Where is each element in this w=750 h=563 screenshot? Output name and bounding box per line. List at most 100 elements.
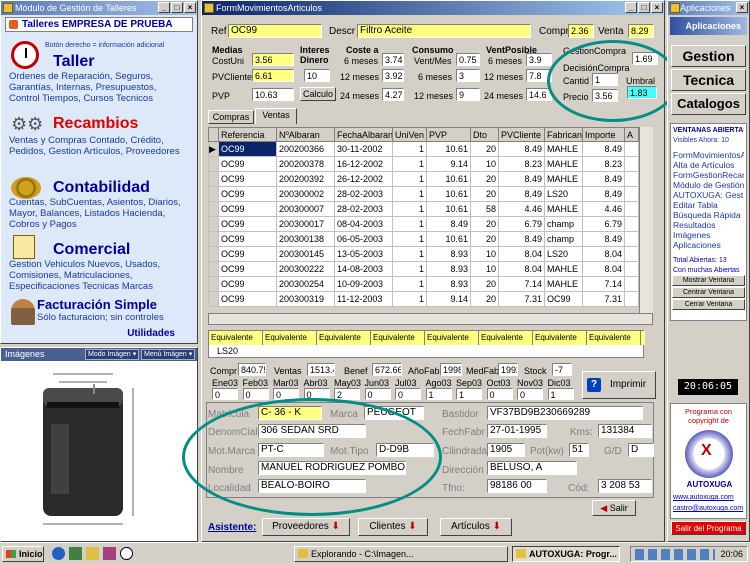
table-cell[interactable]: 200300222 bbox=[276, 261, 335, 277]
task-explorer[interactable]: Explorando - C:\Imagen... bbox=[294, 546, 508, 562]
table-cell[interactable] bbox=[624, 231, 639, 247]
cod-field[interactable]: 3 208 53 bbox=[598, 479, 652, 493]
month-field[interactable]: 1 bbox=[425, 388, 452, 400]
table-cell[interactable]: 8.93 bbox=[426, 276, 471, 292]
direccion-field[interactable]: BELUSO, A bbox=[487, 461, 577, 475]
compra-field[interactable]: 2.36 bbox=[568, 24, 594, 38]
table-row[interactable]: OC99 200300319 11-12-2003 1 9.14 20 7.31 OC99 7.… bbox=[208, 291, 639, 307]
col-referencia[interactable]: Referencia bbox=[218, 127, 277, 142]
equiv-first-value[interactable]: LS20 bbox=[217, 346, 238, 356]
table-cell[interactable] bbox=[624, 141, 639, 157]
open-window-link[interactable]: FormMovimientosAr bbox=[673, 150, 744, 160]
table-cell[interactable]: 8.04 bbox=[582, 261, 625, 277]
table-cell[interactable]: 8.04 bbox=[582, 246, 625, 262]
table-row[interactable]: OC99 200200378 16-12-2002 1 9.14 10 8.23 MAHLE 8… bbox=[208, 156, 639, 172]
articles-button[interactable]: Artículos ⬇ bbox=[440, 518, 512, 536]
month-field[interactable]: 0 bbox=[517, 388, 543, 400]
table-cell[interactable]: 200300138 bbox=[276, 231, 335, 247]
col-albaran[interactable]: NºAlbaran bbox=[276, 127, 335, 142]
table-cell[interactable]: 10 bbox=[470, 261, 499, 277]
table-cell[interactable]: 20 bbox=[470, 171, 499, 187]
table-cell[interactable]: 6.79 bbox=[582, 216, 625, 232]
open-window-link[interactable]: FormGestionRecan bbox=[673, 170, 744, 180]
anofab-field[interactable]: 1998 bbox=[440, 363, 462, 376]
table-cell[interactable]: 28-02-2003 bbox=[334, 186, 393, 202]
col-pvp[interactable]: PVP bbox=[426, 127, 471, 142]
right-titlebar[interactable]: Aplicaciones × bbox=[668, 1, 749, 15]
taller-section[interactable]: Taller Ordenes de Reparación, Seguros, G… bbox=[9, 53, 189, 104]
tab-ventas[interactable]: Ventas bbox=[255, 108, 297, 124]
interes-field[interactable]: 10 bbox=[304, 69, 330, 82]
providers-button[interactable]: Proveedores ⬇ bbox=[262, 518, 350, 536]
table-cell[interactable] bbox=[624, 291, 639, 307]
kms-field[interactable]: 131384 bbox=[598, 424, 652, 438]
table-cell[interactable] bbox=[624, 186, 639, 202]
col-fecha[interactable]: FechaAlbaran bbox=[334, 127, 393, 142]
col-dto[interactable]: Dto bbox=[470, 127, 499, 142]
table-cell[interactable]: 9.14 bbox=[426, 156, 471, 172]
grid-hscrollbar[interactable] bbox=[208, 313, 653, 325]
compr-field[interactable]: 840.75 bbox=[238, 363, 266, 376]
row-selector[interactable] bbox=[208, 276, 219, 292]
table-cell[interactable]: 26-12-2002 bbox=[334, 171, 393, 187]
table-cell[interactable]: MAHLE bbox=[544, 261, 583, 277]
pvp-field[interactable]: 10.63 bbox=[252, 88, 294, 101]
table-cell[interactable]: 10.61 bbox=[426, 141, 471, 157]
open-window-link[interactable]: Resultados bbox=[673, 220, 744, 230]
close-icon[interactable]: × bbox=[736, 2, 748, 13]
cilindrada-field[interactable]: 1905 bbox=[487, 443, 525, 457]
table-cell[interactable]: 1 bbox=[392, 246, 427, 262]
utilities-link[interactable]: Utilidades bbox=[127, 328, 175, 339]
table-cell[interactable]: 6.79 bbox=[498, 216, 545, 232]
open-window-link[interactable]: Aplicaciones bbox=[673, 240, 744, 250]
table-cell[interactable]: OC99 bbox=[218, 276, 277, 292]
facturacion-section[interactable]: Facturación Simple Sólo facturacion; sin… bbox=[37, 297, 197, 323]
month-field[interactable]: 0 bbox=[364, 388, 391, 400]
month-field[interactable]: 0 bbox=[212, 388, 238, 400]
table-cell[interactable]: 8.93 bbox=[426, 246, 471, 262]
row-selector[interactable] bbox=[208, 186, 219, 202]
catalogos-button[interactable]: Catalogos bbox=[671, 93, 746, 115]
minimize-icon[interactable]: _ bbox=[158, 2, 170, 13]
table-cell[interactable]: 20 bbox=[470, 291, 499, 307]
table-cell[interactable]: 200200392 bbox=[276, 171, 335, 187]
table-cell[interactable]: 20 bbox=[470, 276, 499, 292]
close-icon[interactable]: × bbox=[651, 2, 663, 13]
task-autoxuga[interactable]: AUTOXUGA: Progr... bbox=[512, 546, 620, 562]
table-cell[interactable]: MAHLE bbox=[544, 171, 583, 187]
table-cell[interactable]: 8.49 bbox=[582, 186, 625, 202]
table-cell[interactable]: 16-12-2002 bbox=[334, 156, 393, 172]
coste-12m-field[interactable]: 3.92 bbox=[382, 69, 404, 82]
table-cell[interactable]: 30-11-2002 bbox=[334, 141, 393, 157]
benef-field[interactable]: 672.66 bbox=[372, 363, 402, 376]
gestion-button[interactable]: Gestion bbox=[671, 45, 746, 67]
calculo-button[interactable]: Calculo bbox=[300, 87, 336, 101]
row-selector[interactable]: ▶ bbox=[208, 141, 219, 157]
table-cell[interactable]: 08-04-2003 bbox=[334, 216, 393, 232]
comercial-title[interactable]: Comercial bbox=[9, 241, 189, 259]
table-row[interactable]: OC99 200300017 08-04-2003 1 8.49 20 6.79 champ 6… bbox=[208, 216, 639, 232]
descr-field[interactable]: Filtro Aceite bbox=[357, 24, 531, 38]
month-field[interactable]: 1 bbox=[547, 388, 574, 400]
table-cell[interactable]: OC99 bbox=[218, 216, 277, 232]
table-row[interactable]: OC99 200300138 06-05-2003 1 10.61 20 8.49 champ… bbox=[208, 231, 639, 247]
table-cell[interactable] bbox=[624, 171, 639, 187]
open-window-link[interactable]: Módulo de Gestión bbox=[673, 180, 744, 190]
table-cell[interactable]: 1 bbox=[392, 141, 427, 157]
table-cell[interactable]: OC99 bbox=[218, 156, 277, 172]
col-univen[interactable]: UniVen bbox=[392, 127, 427, 142]
open-window-link[interactable]: Búsqueda Rápida bbox=[673, 210, 744, 220]
col-fabricante[interactable]: Fabricante bbox=[544, 127, 583, 142]
table-cell[interactable]: 8.49 bbox=[498, 141, 545, 157]
open-window-link[interactable]: Imágenes bbox=[673, 230, 744, 240]
person-icon[interactable] bbox=[11, 299, 35, 325]
open-window-link[interactable]: Editar Tabla bbox=[673, 200, 744, 210]
table-cell[interactable]: 8.49 bbox=[582, 171, 625, 187]
month-field[interactable]: 0 bbox=[486, 388, 513, 400]
equiv-header[interactable]: Equivalente bbox=[479, 331, 533, 345]
tab-compras[interactable]: Compras bbox=[208, 110, 254, 124]
table-cell[interactable]: 20 bbox=[470, 141, 499, 157]
table-cell[interactable]: 7.14 bbox=[582, 276, 625, 292]
consumo-12m-field[interactable]: 9 bbox=[456, 88, 480, 101]
facturacion-title[interactable]: Facturación Simple bbox=[37, 297, 197, 312]
